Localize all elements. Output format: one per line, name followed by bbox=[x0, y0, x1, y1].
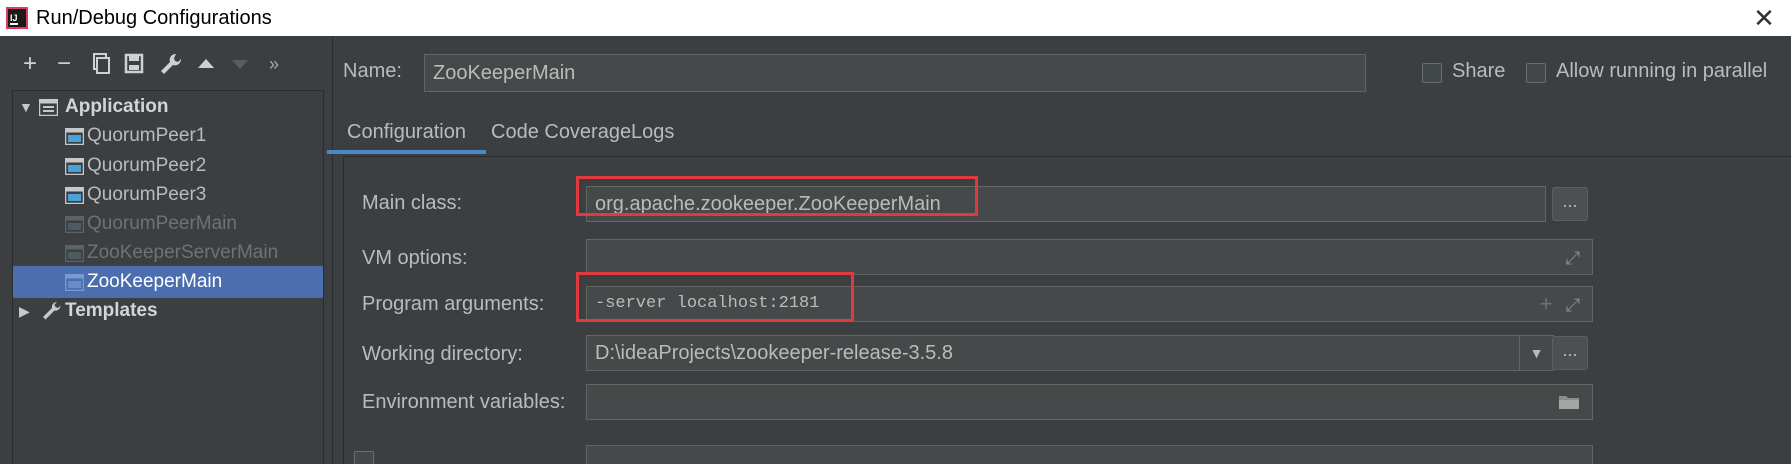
tree-item-label: QuorumPeer2 bbox=[87, 155, 207, 176]
remove-icon[interactable]: − bbox=[48, 48, 80, 80]
more-icon[interactable]: » bbox=[258, 48, 290, 80]
tree-item-quorumpeer2[interactable]: QuorumPeer2 bbox=[13, 150, 323, 182]
expand-icon[interactable]: ⤢ bbox=[1564, 249, 1582, 267]
tab-configuration[interactable]: Configuration bbox=[327, 112, 486, 154]
application-config-icon bbox=[65, 187, 84, 204]
tree-item-label: QuorumPeer1 bbox=[87, 125, 207, 146]
main-class-label: Main class: bbox=[362, 192, 463, 214]
application-config-icon bbox=[65, 245, 84, 262]
application-config-icon bbox=[65, 274, 84, 291]
tree-node-label: Application bbox=[65, 96, 169, 117]
chevron-down-icon[interactable]: ▼ bbox=[1519, 335, 1553, 371]
working-directory-label: Working directory: bbox=[362, 343, 523, 365]
tree-item-label: QuorumPeerMain bbox=[87, 213, 237, 234]
browse-main-class-button[interactable]: ... bbox=[1552, 187, 1588, 221]
collapse-arrow-icon[interactable]: ▶ bbox=[19, 295, 30, 327]
copy-icon[interactable] bbox=[84, 48, 116, 80]
wrench-icon bbox=[43, 301, 61, 320]
configuration-tree: ▼ Application QuorumPeer1 QuorumPeer2 Qu… bbox=[12, 90, 324, 464]
move-up-icon[interactable] bbox=[190, 48, 222, 80]
intellij-app-icon: IJ bbox=[6, 7, 28, 29]
application-config-icon bbox=[65, 158, 84, 175]
name-field[interactable]: ZooKeeperMain bbox=[424, 54, 1366, 92]
allow-parallel-label: Allow running in parallel bbox=[1556, 60, 1768, 82]
partial-field[interactable] bbox=[586, 445, 1593, 464]
tree-item-zookeepermain[interactable]: ZooKeeperMain bbox=[13, 266, 323, 298]
add-icon[interactable]: + bbox=[1537, 293, 1555, 315]
name-label: Name: bbox=[343, 60, 402, 82]
move-down-icon[interactable] bbox=[224, 48, 256, 80]
configurations-sidebar: + − » ▼ Application QuorumPeer1 QuorumPe… bbox=[0, 36, 332, 464]
tree-item-quorumpeermain[interactable]: QuorumPeerMain bbox=[13, 208, 323, 240]
tree-item-label: ZooKeeperMain bbox=[87, 271, 223, 292]
add-icon[interactable]: + bbox=[14, 48, 46, 80]
environment-variables-field[interactable] bbox=[586, 384, 1593, 420]
working-directory-field[interactable]: D:\ideaProjects\zookeeper-release-3.5.8 bbox=[586, 335, 1554, 371]
save-icon[interactable] bbox=[118, 48, 150, 80]
expand-icon[interactable]: ⤢ bbox=[1564, 296, 1582, 314]
svg-text:IJ: IJ bbox=[10, 13, 18, 23]
tree-item-zookeeperservermain[interactable]: ZooKeeperServerMain bbox=[13, 237, 323, 269]
wrench-icon[interactable] bbox=[154, 48, 186, 80]
application-config-icon bbox=[65, 216, 84, 233]
share-checkbox[interactable] bbox=[1422, 63, 1442, 83]
expand-arrow-icon[interactable]: ▼ bbox=[19, 91, 33, 123]
tree-item-label: ZooKeeperServerMain bbox=[87, 242, 279, 263]
sidebar-toolbar: + − » bbox=[0, 48, 332, 80]
folder-icon[interactable] bbox=[1558, 394, 1580, 410]
configuration-form: Main class: org.apache.zookeeper.ZooKeep… bbox=[343, 157, 1791, 464]
application-config-icon bbox=[65, 128, 84, 145]
vm-options-label: VM options: bbox=[362, 247, 468, 269]
title-bar: IJ Run/Debug Configurations ✕ bbox=[0, 0, 1791, 36]
environment-variables-label: Environment variables: bbox=[362, 391, 566, 413]
share-label: Share bbox=[1452, 60, 1506, 82]
highlight-box-program-arguments bbox=[576, 272, 854, 322]
tree-item-quorumpeer3[interactable]: QuorumPeer3 bbox=[13, 179, 323, 211]
configuration-editor: Name: ZooKeeperMain Share Allow running … bbox=[327, 36, 1791, 464]
vm-options-field[interactable] bbox=[586, 239, 1593, 275]
tab-logs[interactable]: Logs bbox=[611, 112, 694, 154]
browse-working-directory-button[interactable]: ... bbox=[1552, 336, 1588, 370]
tree-node-templates[interactable]: ▶ Templates bbox=[13, 295, 323, 327]
window-title: Run/Debug Configurations bbox=[36, 7, 272, 29]
tree-node-label: Templates bbox=[65, 300, 158, 321]
working-directory-value: D:\ideaProjects\zookeeper-release-3.5.8 bbox=[595, 342, 953, 364]
tree-node-application[interactable]: ▼ Application bbox=[13, 91, 323, 123]
close-icon[interactable]: ✕ bbox=[1749, 3, 1779, 33]
tree-item-label: QuorumPeer3 bbox=[87, 184, 207, 205]
program-arguments-label: Program arguments: bbox=[362, 293, 545, 315]
tree-item-quorumpeer1[interactable]: QuorumPeer1 bbox=[13, 120, 323, 152]
application-icon bbox=[39, 99, 58, 116]
partial-checkbox[interactable] bbox=[354, 451, 374, 464]
allow-parallel-checkbox[interactable] bbox=[1526, 63, 1546, 83]
highlight-box-main-class bbox=[576, 176, 978, 216]
